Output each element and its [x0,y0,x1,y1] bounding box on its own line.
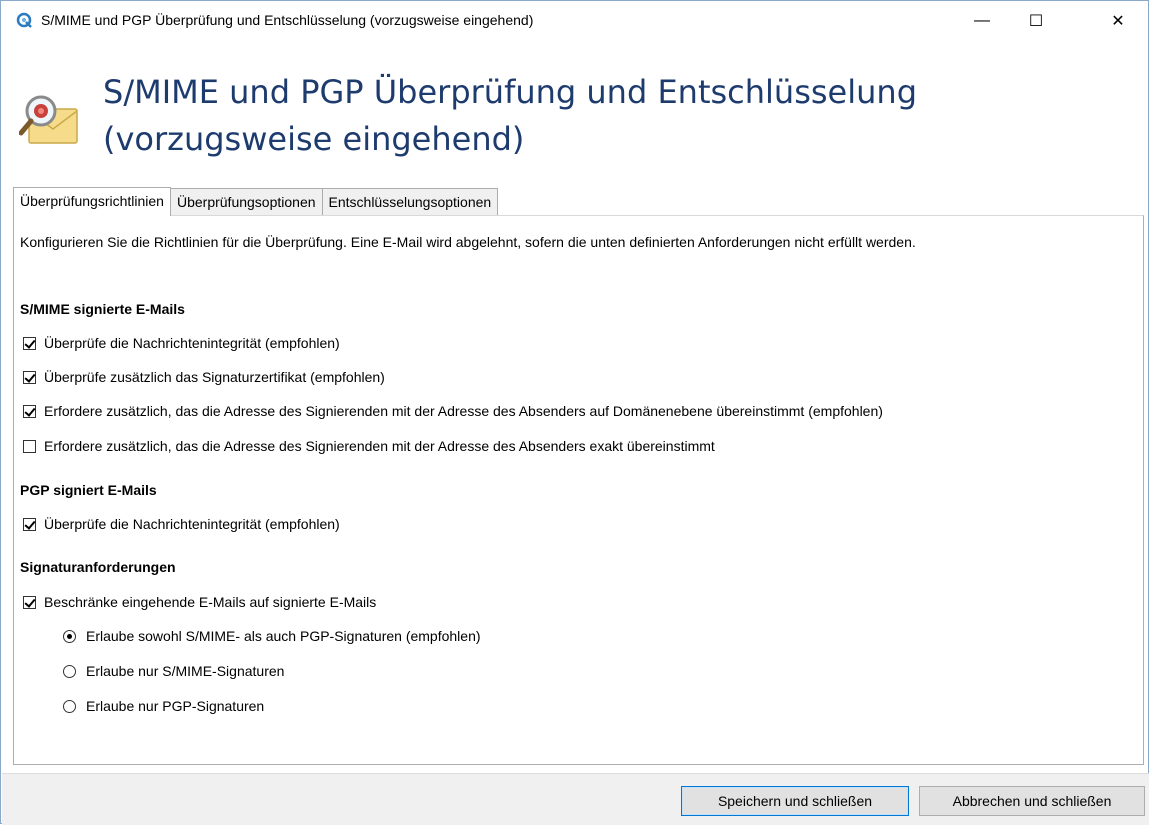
save-and-close-button[interactable]: Speichern und schließen [681,786,909,816]
checkbox-label: Überprüfe zusätzlich das Signaturzertifi… [44,369,385,385]
checkbox-label: Überprüfe die Nachrichtenintegrität (emp… [44,516,340,532]
checkbox-icon[interactable] [23,370,36,384]
radio-label: Erlaube sowohl S/MIME- als auch PGP-Sign… [86,628,481,644]
maximize-button[interactable]: ☐ [1013,1,1059,41]
checkbox-smime-domain-match[interactable]: Erfordere zusätzlich, das die Adresse de… [23,403,883,419]
minimize-button[interactable]: — [959,1,1005,41]
checkbox-icon[interactable] [23,336,36,350]
description-text: Konfigurieren Sie die Richtlinien für di… [20,234,916,250]
checkbox-label: Erfordere zusätzlich, das die Adresse de… [44,438,715,454]
checkbox-label: Überprüfe die Nachrichtenintegrität (emp… [44,335,340,351]
checkbox-smime-integrity[interactable]: Überprüfe die Nachrichtenintegrität (emp… [23,335,340,351]
checkbox-smime-exact-match[interactable]: Erfordere zusätzlich, das die Adresse de… [23,438,715,454]
pgp-section-heading: PGP signiert E-Mails [20,482,157,498]
tab-ueberpruefungsoptionen[interactable]: Überprüfungsoptionen [169,188,323,215]
radio-icon[interactable] [63,664,76,678]
checkbox-icon[interactable] [23,517,36,531]
window-title: S/MIME und PGP Überprüfung und Entschlüs… [41,12,534,28]
checkbox-icon[interactable] [23,595,36,609]
tab-ueberpruefungsrichtlinien[interactable]: Überprüfungsrichtlinien [13,187,171,216]
radio-label: Erlaube nur S/MIME-Signaturen [86,663,285,679]
app-logo-icon [16,12,32,28]
radio-label: Erlaube nur PGP-Signaturen [86,698,265,714]
radio-icon[interactable] [63,629,76,643]
tab-entschluesselungsoptionen[interactable]: Entschlüsselungsoptionen [321,188,499,215]
checkbox-icon[interactable] [23,404,36,418]
page-title: S/MIME und PGP Überprüfung und Entschlüs… [103,73,917,158]
checkbox-icon[interactable] [23,439,36,453]
smime-section-heading: S/MIME signierte E-Mails [20,301,185,317]
checkbox-label: Beschränke eingehende E-Mails auf signie… [44,594,377,610]
signature-section-heading: Signaturanforderungen [20,559,176,575]
checkbox-pgp-integrity[interactable]: Überprüfe die Nachrichtenintegrität (emp… [23,516,340,532]
checkbox-label: Erfordere zusätzlich, das die Adresse de… [44,403,883,419]
radio-allow-both[interactable]: Erlaube sowohl S/MIME- als auch PGP-Sign… [63,628,481,644]
tab-panel [13,215,1144,765]
title-bar[interactable]: S/MIME und PGP Überprüfung und Entschlüs… [1,1,1148,41]
mail-seal-magnifier-icon [19,95,78,144]
cancel-and-close-button[interactable]: Abbrechen und schließen [919,786,1145,816]
tab-bar: Überprüfungsrichtlinien Überprüfungsopti… [13,187,499,216]
checkbox-restrict-signed[interactable]: Beschränke eingehende E-Mails auf signie… [23,594,376,610]
dialog-window: S/MIME und PGP Überprüfung und Entschlüs… [0,0,1149,825]
radio-icon[interactable] [63,699,76,713]
checkbox-smime-certificate[interactable]: Überprüfe zusätzlich das Signaturzertifi… [23,369,385,385]
radio-allow-smime[interactable]: Erlaube nur S/MIME-Signaturen [63,663,284,679]
close-button[interactable]: ✕ [1095,1,1141,41]
radio-allow-pgp[interactable]: Erlaube nur PGP-Signaturen [63,698,264,714]
